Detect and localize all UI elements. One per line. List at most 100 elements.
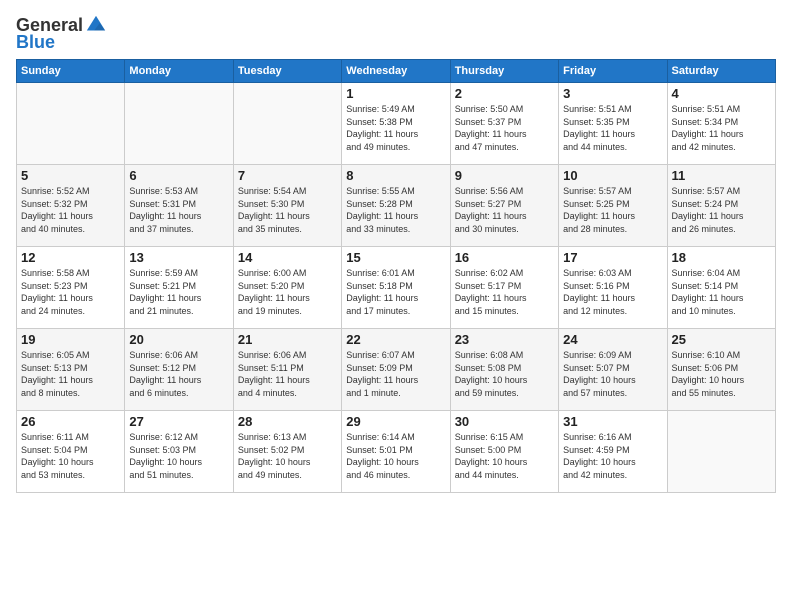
calendar-cell: 7 Sunrise: 5:54 AM Sunset: 5:30 PM Daylig…: [233, 165, 341, 247]
cell-info: Sunrise: 6:06 AM Sunset: 5:12 PM Dayligh…: [129, 349, 228, 399]
cell-info: Sunrise: 6:11 AM Sunset: 5:04 PM Dayligh…: [21, 431, 120, 481]
calendar-cell: 29 Sunrise: 6:14 AM Sunset: 5:01 PM Dayli…: [342, 411, 450, 493]
calendar-cell: 8Sunrise: 5:55 AM Sunset: 5:28 PM Daylig…: [342, 165, 450, 247]
calendar-cell: 31 Sunrise: 6:16 AM Sunset: 4:59 PM Dayli…: [559, 411, 667, 493]
weekday-header-wednesday: Wednesday: [342, 60, 450, 83]
cell-info: Sunrise: 6:04 AM Sunset: 5:14 PM Dayligh…: [672, 267, 771, 317]
day-number: 11: [672, 168, 771, 183]
day-number: 21: [238, 332, 337, 347]
day-number: 2: [455, 86, 554, 101]
day-number: 16: [455, 250, 554, 265]
calendar-cell: 22 Sunrise: 6:07 AM Sunset: 5:09 PM Dayli…: [342, 329, 450, 411]
day-number: 20: [129, 332, 228, 347]
day-number: 29: [346, 414, 445, 429]
cell-info: Sunrise: 5:50 AM Sunset: 5:37 PM Dayligh…: [455, 103, 554, 153]
day-number: 22: [346, 332, 445, 347]
calendar-week-row: 5Sunrise: 5:52 AM Sunset: 5:32 PM Daylig…: [17, 165, 776, 247]
cell-info: Sunrise: 5:59 AM Sunset: 5:21 PM Dayligh…: [129, 267, 228, 317]
weekday-header-monday: Monday: [125, 60, 233, 83]
calendar-cell: 16 Sunrise: 6:02 AM Sunset: 5:17 PM Dayli…: [450, 247, 558, 329]
calendar-cell: 2 Sunrise: 5:50 AM Sunset: 5:37 PM Daylig…: [450, 83, 558, 165]
cell-info: Sunrise: 5:57 AM Sunset: 5:25 PM Dayligh…: [563, 185, 662, 235]
day-number: 12: [21, 250, 120, 265]
day-number: 3: [563, 86, 662, 101]
cell-info: Sunrise: 6:07 AM Sunset: 5:09 PM Dayligh…: [346, 349, 445, 399]
header: General Blue: [16, 10, 776, 53]
weekday-header-friday: Friday: [559, 60, 667, 83]
cell-info: Sunrise: 5:54 AM Sunset: 5:30 PM Dayligh…: [238, 185, 337, 235]
cell-info: Sunrise: 5:56 AM Sunset: 5:27 PM Dayligh…: [455, 185, 554, 235]
cell-info: Sunrise: 5:53 AM Sunset: 5:31 PM Dayligh…: [129, 185, 228, 235]
calendar-cell: 10 Sunrise: 5:57 AM Sunset: 5:25 PM Dayli…: [559, 165, 667, 247]
cell-info: Sunrise: 6:14 AM Sunset: 5:01 PM Dayligh…: [346, 431, 445, 481]
day-number: 10: [563, 168, 662, 183]
day-number: 14: [238, 250, 337, 265]
day-number: 17: [563, 250, 662, 265]
cell-info: Sunrise: 5:58 AM Sunset: 5:23 PM Dayligh…: [21, 267, 120, 317]
cell-info: Sunrise: 6:10 AM Sunset: 5:06 PM Dayligh…: [672, 349, 771, 399]
cell-info: Sunrise: 6:05 AM Sunset: 5:13 PM Dayligh…: [21, 349, 120, 399]
calendar-cell: 23 Sunrise: 6:08 AM Sunset: 5:08 PM Dayli…: [450, 329, 558, 411]
day-number: 13: [129, 250, 228, 265]
calendar-cell: 11Sunrise: 5:57 AM Sunset: 5:24 PM Dayli…: [667, 165, 775, 247]
cell-info: Sunrise: 6:06 AM Sunset: 5:11 PM Dayligh…: [238, 349, 337, 399]
calendar-week-row: 19 Sunrise: 6:05 AM Sunset: 5:13 PM Dayli…: [17, 329, 776, 411]
day-number: 28: [238, 414, 337, 429]
logo: General Blue: [16, 14, 107, 53]
day-number: 27: [129, 414, 228, 429]
calendar-week-row: 12 Sunrise: 5:58 AM Sunset: 5:23 PM Dayli…: [17, 247, 776, 329]
calendar-cell: 21 Sunrise: 6:06 AM Sunset: 5:11 PM Dayli…: [233, 329, 341, 411]
day-number: 7: [238, 168, 337, 183]
cell-info: Sunrise: 6:00 AM Sunset: 5:20 PM Dayligh…: [238, 267, 337, 317]
calendar-cell: 30Sunrise: 6:15 AM Sunset: 5:00 PM Dayli…: [450, 411, 558, 493]
weekday-header-sunday: Sunday: [17, 60, 125, 83]
calendar-cell: 14 Sunrise: 6:00 AM Sunset: 5:20 PM Dayli…: [233, 247, 341, 329]
cell-info: Sunrise: 6:16 AM Sunset: 4:59 PM Dayligh…: [563, 431, 662, 481]
weekday-header-row: SundayMondayTuesdayWednesdayThursdayFrid…: [17, 60, 776, 83]
cell-info: Sunrise: 5:49 AM Sunset: 5:38 PM Dayligh…: [346, 103, 445, 153]
calendar-table: SundayMondayTuesdayWednesdayThursdayFrid…: [16, 59, 776, 493]
calendar-cell: 18 Sunrise: 6:04 AM Sunset: 5:14 PM Dayli…: [667, 247, 775, 329]
calendar-cell: 28 Sunrise: 6:13 AM Sunset: 5:02 PM Dayli…: [233, 411, 341, 493]
page-container: General Blue SundayMondayTuesdayWednesda…: [0, 0, 792, 501]
weekday-header-saturday: Saturday: [667, 60, 775, 83]
day-number: 18: [672, 250, 771, 265]
cell-info: Sunrise: 6:01 AM Sunset: 5:18 PM Dayligh…: [346, 267, 445, 317]
weekday-header-thursday: Thursday: [450, 60, 558, 83]
cell-info: Sunrise: 5:51 AM Sunset: 5:34 PM Dayligh…: [672, 103, 771, 153]
logo-icon: [85, 14, 107, 36]
calendar-cell: 12 Sunrise: 5:58 AM Sunset: 5:23 PM Dayli…: [17, 247, 125, 329]
calendar-week-row: 26 Sunrise: 6:11 AM Sunset: 5:04 PM Dayli…: [17, 411, 776, 493]
day-number: 26: [21, 414, 120, 429]
calendar-cell: 13 Sunrise: 5:59 AM Sunset: 5:21 PM Dayli…: [125, 247, 233, 329]
day-number: 4: [672, 86, 771, 101]
day-number: 15: [346, 250, 445, 265]
calendar-cell: 3Sunrise: 5:51 AM Sunset: 5:35 PM Daylig…: [559, 83, 667, 165]
calendar-cell: 6Sunrise: 5:53 AM Sunset: 5:31 PM Daylig…: [125, 165, 233, 247]
day-number: 1: [346, 86, 445, 101]
calendar-cell: 20 Sunrise: 6:06 AM Sunset: 5:12 PM Dayli…: [125, 329, 233, 411]
day-number: 30: [455, 414, 554, 429]
cell-info: Sunrise: 6:12 AM Sunset: 5:03 PM Dayligh…: [129, 431, 228, 481]
calendar-cell: 4 Sunrise: 5:51 AM Sunset: 5:34 PM Daylig…: [667, 83, 775, 165]
calendar-cell: 5Sunrise: 5:52 AM Sunset: 5:32 PM Daylig…: [17, 165, 125, 247]
calendar-cell: [233, 83, 341, 165]
day-number: 5: [21, 168, 120, 183]
day-number: 23: [455, 332, 554, 347]
calendar-cell: 19 Sunrise: 6:05 AM Sunset: 5:13 PM Dayli…: [17, 329, 125, 411]
cell-info: Sunrise: 6:08 AM Sunset: 5:08 PM Dayligh…: [455, 349, 554, 399]
calendar-cell: 27 Sunrise: 6:12 AM Sunset: 5:03 PM Dayli…: [125, 411, 233, 493]
calendar-week-row: 1 Sunrise: 5:49 AM Sunset: 5:38 PM Daylig…: [17, 83, 776, 165]
day-number: 31: [563, 414, 662, 429]
calendar-cell: 1 Sunrise: 5:49 AM Sunset: 5:38 PM Daylig…: [342, 83, 450, 165]
weekday-header-tuesday: Tuesday: [233, 60, 341, 83]
calendar-cell: 24Sunrise: 6:09 AM Sunset: 5:07 PM Dayli…: [559, 329, 667, 411]
calendar-cell: [125, 83, 233, 165]
cell-info: Sunrise: 6:03 AM Sunset: 5:16 PM Dayligh…: [563, 267, 662, 317]
day-number: 24: [563, 332, 662, 347]
cell-info: Sunrise: 6:02 AM Sunset: 5:17 PM Dayligh…: [455, 267, 554, 317]
cell-info: Sunrise: 6:13 AM Sunset: 5:02 PM Dayligh…: [238, 431, 337, 481]
day-number: 19: [21, 332, 120, 347]
calendar-cell: 9Sunrise: 5:56 AM Sunset: 5:27 PM Daylig…: [450, 165, 558, 247]
calendar-cell: 25Sunrise: 6:10 AM Sunset: 5:06 PM Dayli…: [667, 329, 775, 411]
